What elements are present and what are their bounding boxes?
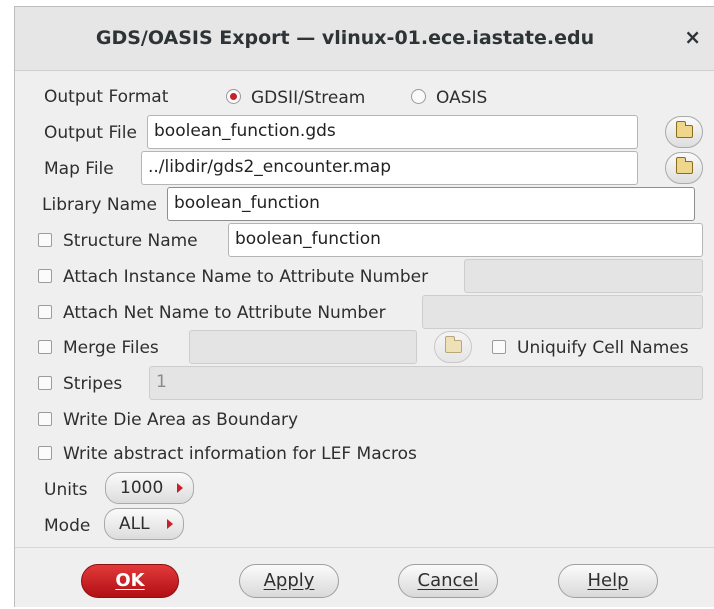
title-bar: GDS/OASIS Export — vlinux-01.ece.iastate… bbox=[15, 7, 714, 71]
library-name-label: Library Name bbox=[42, 195, 157, 215]
oasis-radio-label[interactable]: OASIS bbox=[436, 88, 487, 108]
stripes-label[interactable]: Stripes bbox=[63, 374, 122, 394]
write-die-area-label[interactable]: Write Die Area as Boundary bbox=[63, 410, 298, 430]
folder-open-icon bbox=[676, 121, 693, 138]
merge-files-input bbox=[189, 330, 417, 364]
output-file-browse-button[interactable] bbox=[665, 116, 703, 148]
merge-files-browse-button bbox=[434, 331, 472, 363]
library-name-input[interactable]: boolean_function bbox=[167, 187, 695, 221]
merge-files-checkbox[interactable] bbox=[38, 340, 52, 354]
window-title: GDS/OASIS Export — vlinux-01.ece.iastate… bbox=[95, 27, 595, 49]
merge-files-label[interactable]: Merge Files bbox=[63, 338, 159, 358]
attach-instance-checkbox[interactable] bbox=[38, 269, 52, 283]
stripes-input: 1 bbox=[149, 366, 703, 400]
map-file-input[interactable]: ../libdir/gds2_encounter.map bbox=[141, 151, 638, 185]
units-menu-button[interactable]: 1000 bbox=[105, 472, 194, 504]
structure-name-label[interactable]: Structure Name bbox=[63, 231, 198, 251]
units-value: 1000 bbox=[120, 478, 164, 498]
folder-open-icon bbox=[676, 157, 693, 174]
attach-net-checkbox[interactable] bbox=[38, 305, 52, 319]
write-abstract-checkbox[interactable] bbox=[38, 446, 52, 460]
output-file-input[interactable]: boolean_function.gds bbox=[147, 115, 638, 149]
mode-menu-button[interactable]: ALL bbox=[104, 508, 184, 540]
ok-button[interactable]: OK bbox=[81, 564, 179, 598]
folder-open-icon bbox=[445, 336, 462, 353]
close-icon[interactable]: × bbox=[684, 25, 701, 49]
map-file-browse-button[interactable] bbox=[665, 152, 703, 184]
gdsii-radio-label[interactable]: GDSII/Stream bbox=[251, 88, 365, 108]
uniquify-checkbox[interactable] bbox=[492, 340, 506, 354]
mode-label: Mode bbox=[44, 516, 91, 536]
attach-net-label[interactable]: Attach Net Name to Attribute Number bbox=[63, 303, 386, 323]
structure-name-input[interactable]: boolean_function bbox=[228, 223, 703, 257]
units-label: Units bbox=[44, 480, 88, 500]
help-button[interactable]: Help bbox=[558, 564, 658, 598]
write-die-area-checkbox[interactable] bbox=[38, 412, 52, 426]
output-format-label: Output Format bbox=[44, 87, 169, 107]
output-file-label: Output File bbox=[44, 123, 137, 143]
export-dialog: GDS/OASIS Export — vlinux-01.ece.iastate… bbox=[14, 6, 714, 607]
apply-button[interactable]: Apply bbox=[239, 564, 339, 598]
gdsii-radio[interactable] bbox=[226, 89, 241, 104]
oasis-radio[interactable] bbox=[411, 89, 426, 104]
uniquify-label[interactable]: Uniquify Cell Names bbox=[517, 338, 689, 358]
map-file-label: Map File bbox=[44, 159, 114, 179]
menu-arrow-icon bbox=[167, 519, 173, 529]
menu-arrow-icon bbox=[177, 483, 183, 493]
structure-name-checkbox[interactable] bbox=[38, 233, 52, 247]
mode-value: ALL bbox=[119, 514, 150, 534]
cancel-button[interactable]: Cancel bbox=[398, 564, 498, 598]
write-abstract-label[interactable]: Write abstract information for LEF Macro… bbox=[63, 444, 417, 464]
attach-net-input bbox=[422, 295, 703, 329]
attach-instance-label[interactable]: Attach Instance Name to Attribute Number bbox=[63, 267, 428, 287]
attach-instance-input bbox=[464, 259, 703, 293]
stripes-checkbox[interactable] bbox=[38, 376, 52, 390]
